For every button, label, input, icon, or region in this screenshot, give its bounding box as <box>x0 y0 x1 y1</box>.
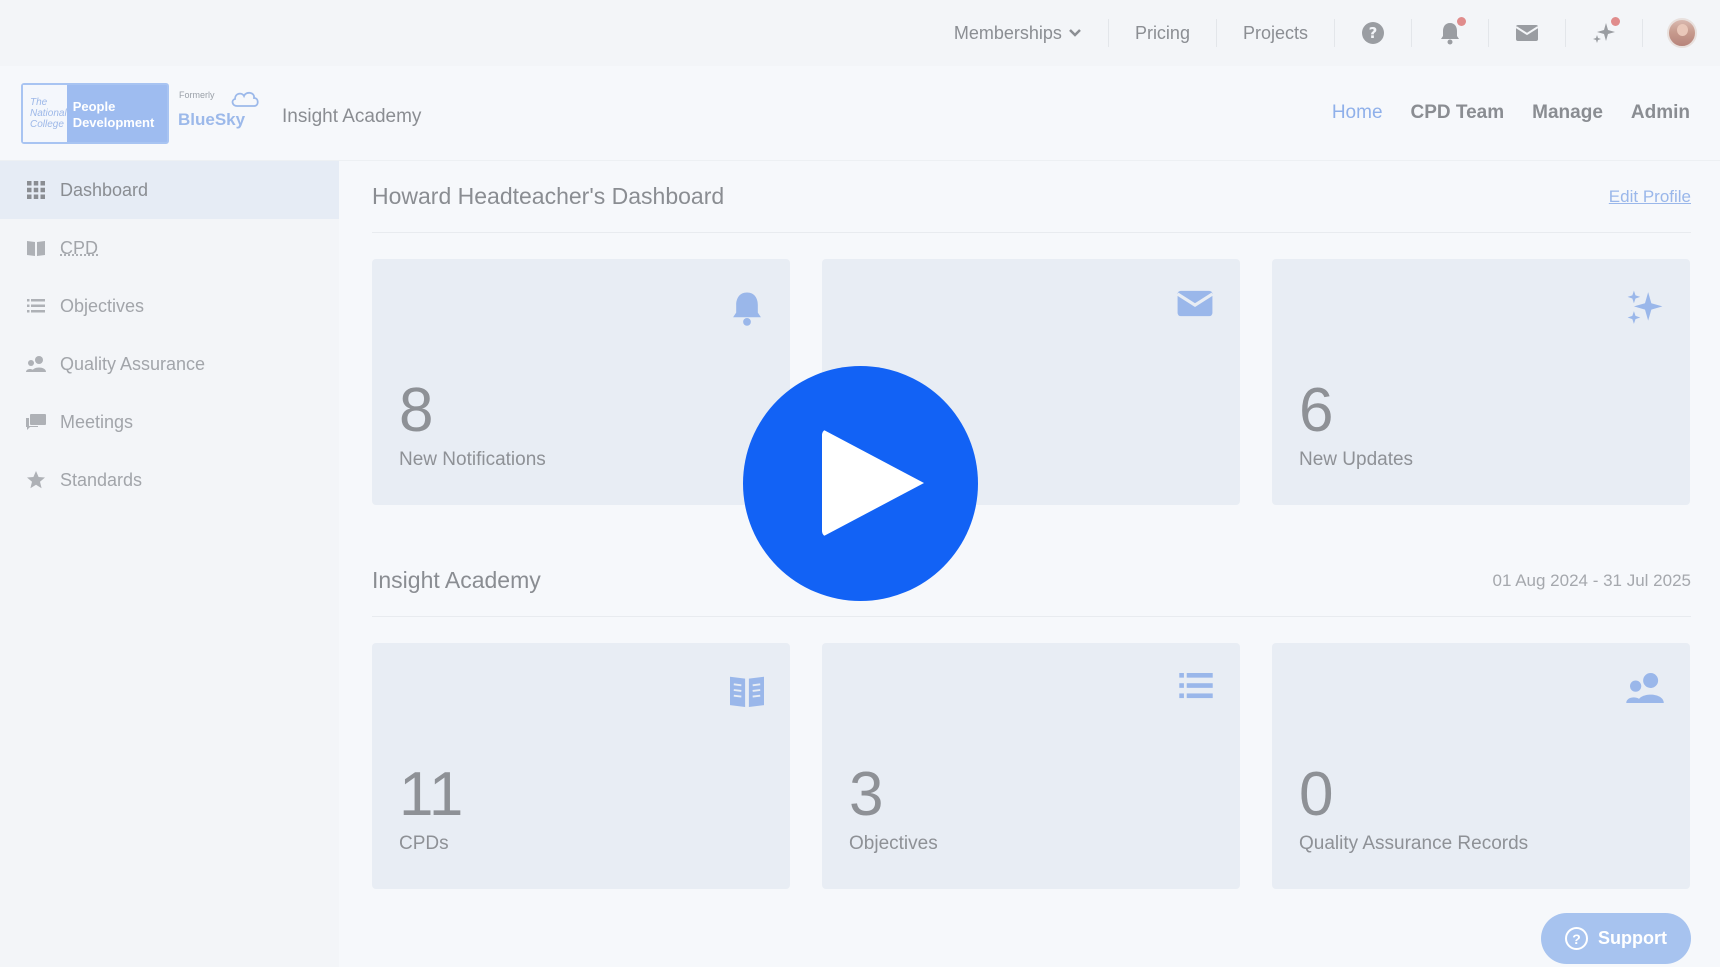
updates-card[interactable]: 6 New Updates <box>1272 259 1690 505</box>
cloud-icon <box>231 91 259 107</box>
card-value: 8 <box>399 376 434 445</box>
card-value: 0 <box>1299 760 1334 829</box>
updates-button[interactable] <box>1566 17 1643 47</box>
sidebar: Dashboard CPD Objectives Quality Assuran… <box>0 161 339 967</box>
sidebar-item-label: Standards <box>60 469 143 490</box>
support-label: Support <box>1598 928 1667 948</box>
card-label: New Updates <box>1299 449 1414 470</box>
notifications-card[interactable]: 8 New Notifications <box>372 259 790 505</box>
mail-icon <box>1515 25 1539 41</box>
dashboard-header: Howard Headteacher's Dashboard Edit Prof… <box>372 161 1691 233</box>
sparkle-icon <box>1627 290 1663 324</box>
projects-link[interactable]: Projects <box>1217 19 1335 47</box>
card-value: 11 <box>399 760 464 829</box>
sidebar-item-quality-assurance[interactable]: Quality Assurance <box>0 335 339 393</box>
help-button[interactable]: ? <box>1335 19 1412 47</box>
logo-national-college: The National College <box>23 85 67 142</box>
formerly-label: Formerly <box>179 90 215 100</box>
nav-manage[interactable]: Manage <box>1532 102 1603 124</box>
memberships-menu[interactable]: Memberships <box>928 19 1109 47</box>
book-icon <box>26 238 46 258</box>
messages-button[interactable] <box>1489 19 1566 47</box>
org-name: Insight Academy <box>282 106 422 127</box>
sidebar-item-dashboard[interactable]: Dashboard <box>0 161 339 219</box>
card-label: Objectives <box>849 833 938 854</box>
list-icon <box>1179 673 1213 699</box>
nav-admin[interactable]: Admin <box>1631 102 1690 124</box>
notification-dot <box>1457 17 1466 26</box>
book-icon <box>730 676 764 707</box>
card-value: 6 <box>1299 376 1334 445</box>
sidebar-item-label: Objectives <box>60 295 145 316</box>
app-header: The National College People Development … <box>0 66 1720 161</box>
card-label: New Notifications <box>399 449 546 470</box>
star-icon <box>26 470 46 490</box>
card-label: Quality Assurance Records <box>1299 833 1529 854</box>
list-icon <box>26 296 46 316</box>
play-button[interactable] <box>743 366 978 601</box>
pricing-link[interactable]: Pricing <box>1109 19 1217 47</box>
objectives-card[interactable]: 3 Objectives <box>822 643 1240 889</box>
dashboard-cards: 8 New Notifications s 6 New Updates <box>372 259 1691 505</box>
avatar <box>1666 18 1697 48</box>
logo-people-development: People Development <box>72 99 155 130</box>
sidebar-item-standards[interactable]: Standards <box>0 451 339 509</box>
academy-title: Insight Academy <box>372 567 541 593</box>
top-nav: Memberships Pricing Projects ? <box>928 0 1720 66</box>
mail-icon <box>1176 290 1214 317</box>
users-icon <box>1626 673 1664 703</box>
user-menu[interactable] <box>1643 18 1720 48</box>
card-value: 3 <box>849 760 884 829</box>
bluesky-label: BlueSky <box>178 110 246 129</box>
sidebar-item-label: Dashboard <box>60 179 149 200</box>
memberships-label: Memberships <box>953 23 1062 43</box>
national-college-logo[interactable]: The National College People Development <box>21 83 169 144</box>
sidebar-item-cpd[interactable]: CPD <box>0 219 339 277</box>
grid-icon <box>26 180 46 200</box>
users-icon <box>26 354 46 374</box>
academy-date-range: 01 Aug 2024 - 31 Jul 2025 <box>1492 570 1692 590</box>
help-icon: ? <box>1362 22 1384 44</box>
notifications-button[interactable] <box>1412 17 1489 47</box>
page-title: Howard Headteacher's Dashboard <box>372 183 725 209</box>
updates-dot <box>1611 17 1620 26</box>
academy-cards: 11 CPDs 3 Objectives 0 Quality Assurance… <box>372 643 1691 889</box>
svg-text:?: ? <box>1369 24 1378 42</box>
sidebar-item-label: CPD <box>60 237 99 258</box>
nav-home[interactable]: Home <box>1332 102 1383 124</box>
sidebar-item-label: Quality Assurance <box>60 353 206 374</box>
edit-profile-link[interactable]: Edit Profile <box>1609 187 1691 207</box>
card-label: CPDs <box>399 833 449 854</box>
main-nav: Home CPD Team Manage Admin <box>1332 102 1690 124</box>
sidebar-item-label: Meetings <box>60 411 134 432</box>
top-utility-bar: Memberships Pricing Projects ? <box>0 0 1720 66</box>
sidebar-item-objectives[interactable]: Objectives <box>0 277 339 335</box>
nav-cpd-team[interactable]: CPD Team <box>1411 102 1505 124</box>
chevron-down-icon <box>1069 29 1081 37</box>
cpds-card[interactable]: 11 CPDs <box>372 643 790 889</box>
question-icon: ? <box>1565 927 1588 950</box>
quality-assurance-card[interactable]: 0 Quality Assurance Records <box>1272 643 1690 889</box>
main-content: Howard Headteacher's Dashboard Edit Prof… <box>372 161 1691 889</box>
chat-icon <box>26 412 46 432</box>
academy-header: Insight Academy 01 Aug 2024 - 31 Jul 202… <box>372 545 1691 617</box>
sidebar-item-meetings[interactable]: Meetings <box>0 393 339 451</box>
support-button[interactable]: ? Support <box>1541 913 1691 964</box>
bell-icon <box>733 292 761 326</box>
